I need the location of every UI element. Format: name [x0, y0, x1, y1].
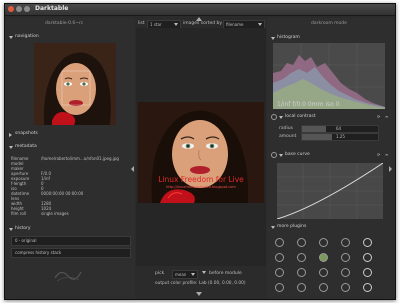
metadata-value: 0000:00:00 00:00:00 — [41, 191, 84, 196]
amount-value: 1.25 — [336, 134, 345, 139]
metadata-key: film roll — [11, 211, 27, 216]
amount-label: amount — [279, 134, 297, 139]
reset-icon[interactable]: ⟳ — [377, 114, 380, 119]
presets-icon[interactable]: ≡ — [385, 152, 388, 157]
sort-key-value: filename — [226, 22, 244, 27]
expand-history-icon[interactable] — [9, 228, 13, 231]
expand-histogram-icon[interactable] — [271, 37, 275, 40]
expand-metadata-icon[interactable] — [9, 146, 13, 149]
plugin-toggle-icon[interactable] — [341, 283, 350, 292]
metadata-value: /home/roberto/imm...o/nfon01.jpeg.jpg — [41, 156, 119, 161]
maximize-icon[interactable] — [24, 6, 30, 12]
reset-icon[interactable]: ⟳ — [377, 152, 380, 157]
title-bar: Darktable — [5, 4, 395, 16]
chevron-down-icon — [191, 273, 195, 276]
expand-more-plugins-icon[interactable] — [271, 226, 275, 229]
amount-slider-fill — [302, 134, 332, 140]
collapse-right-icon[interactable] — [389, 166, 392, 172]
base-curve-header[interactable]: base curve — [285, 152, 310, 158]
plugin-toggle-icon[interactable] — [275, 268, 284, 277]
expand-snapshots-icon[interactable] — [9, 133, 12, 137]
plugin-toggle-icon[interactable] — [341, 253, 350, 262]
output-profile-status: output color profile: Lab (0.00, 0.00, 0… — [155, 281, 246, 286]
power-icon[interactable] — [271, 152, 277, 158]
darktable-logo — [54, 271, 82, 282]
histogram-header[interactable]: histogram — [277, 35, 300, 41]
metadata-header[interactable]: metadata — [15, 144, 37, 150]
main-image[interactable]: Linux Freedom for Live http://linuxfreed… — [138, 102, 264, 203]
plugin-toggle-icon[interactable] — [341, 268, 350, 277]
history-item-label: 0 - original — [15, 238, 37, 243]
plugin-toggle-icon[interactable] — [297, 238, 306, 247]
plugin-toggle-icon[interactable] — [363, 253, 372, 262]
radius-slider[interactable]: 64 — [301, 125, 379, 133]
pick-mode-value: mean — [175, 272, 187, 277]
darktable-window: Darktable darktable-0.6~rc navigation sn… — [4, 3, 396, 300]
pick-label: pick — [155, 271, 165, 276]
expand-local-contrast-icon[interactable] — [279, 116, 283, 119]
metadata-value: single images — [41, 211, 69, 216]
plugin-toggle-icon[interactable] — [275, 238, 284, 247]
watermark-title: Linux Freedom for Live — [158, 175, 244, 184]
history-item[interactable]: 0 - original — [11, 236, 131, 246]
plugin-toggle-icon[interactable] — [363, 238, 372, 247]
sorted-by-label: images sorted by — [183, 21, 223, 26]
more-plugins-header[interactable]: more plugins — [277, 224, 306, 230]
base-curve-graph[interactable] — [277, 163, 383, 219]
histogram-info: 1/inf f/0.0 0mm iso 0 — [277, 101, 340, 108]
radius-value: 64 — [336, 126, 342, 131]
navigation-thumbnail[interactable] — [34, 43, 116, 125]
radius-slider-fill — [302, 126, 326, 132]
right-panel: darkroom mode histogram 1/inf f/0.0 0mm … — [267, 18, 395, 299]
plugin-toggle-icon[interactable] — [319, 238, 328, 247]
plugin-toggle-icon[interactable] — [319, 253, 328, 262]
expand-navigation-icon[interactable] — [9, 36, 13, 39]
plugin-toggle-icon[interactable] — [319, 268, 328, 277]
radius-label: radius — [279, 126, 293, 131]
watermark-url: http://linuxfreedomforlive.blogspot.com — [166, 185, 236, 189]
window-title: Darktable — [35, 5, 69, 12]
amount-slider[interactable]: 1.25 — [301, 133, 379, 141]
chevron-down-icon — [174, 23, 178, 26]
version-label: darktable-0.6~rc — [45, 21, 84, 26]
compress-history-label: compress history stack — [15, 250, 62, 255]
plugin-toggle-icon[interactable] — [275, 253, 284, 262]
plugin-toggle-icon[interactable] — [297, 253, 306, 262]
rating-value: 1 star — [150, 22, 162, 27]
plugin-toggle-icon[interactable] — [297, 268, 306, 277]
collapse-left-icon[interactable] — [131, 166, 134, 172]
plugin-toggle-icon[interactable] — [297, 283, 306, 292]
power-icon[interactable] — [271, 114, 277, 120]
compress-history-button[interactable]: compress history stack — [11, 248, 131, 258]
snapshots-header[interactable]: snapshots — [15, 131, 38, 137]
presets-icon[interactable]: ≡ — [385, 114, 388, 119]
history-header[interactable]: history — [15, 226, 30, 232]
mode-label: darkroom mode — [311, 21, 347, 26]
navigation-header[interactable]: navigation — [15, 34, 39, 40]
chevron-down-icon — [258, 23, 262, 26]
list-label: list — [138, 21, 145, 26]
histogram-graph[interactable]: 1/inf f/0.0 0mm iso 0 — [273, 43, 385, 109]
close-icon[interactable] — [8, 6, 14, 12]
plugin-toggle-icon[interactable] — [275, 283, 284, 292]
before-module-label: before module — [209, 271, 242, 276]
plugin-toggle-icon[interactable] — [341, 238, 350, 247]
plugin-toggle-icon[interactable] — [319, 283, 328, 292]
before-module-toggle-icon[interactable] — [202, 271, 206, 274]
minimize-icon[interactable] — [16, 6, 22, 12]
plugin-toggle-icon[interactable] — [363, 283, 372, 292]
plugin-toggle-icon[interactable] — [363, 268, 372, 277]
collapse-bottom-icon[interactable] — [196, 292, 202, 296]
center-view: Linux Freedom for Live http://linuxfreed… — [136, 28, 266, 266]
left-panel: darktable-0.6~rc navigation snapshots me… — [5, 18, 135, 299]
local-contrast-header[interactable]: local contrast — [285, 114, 315, 120]
expand-base-curve-icon[interactable] — [279, 154, 283, 157]
pick-mode-select[interactable]: mean — [172, 270, 198, 279]
